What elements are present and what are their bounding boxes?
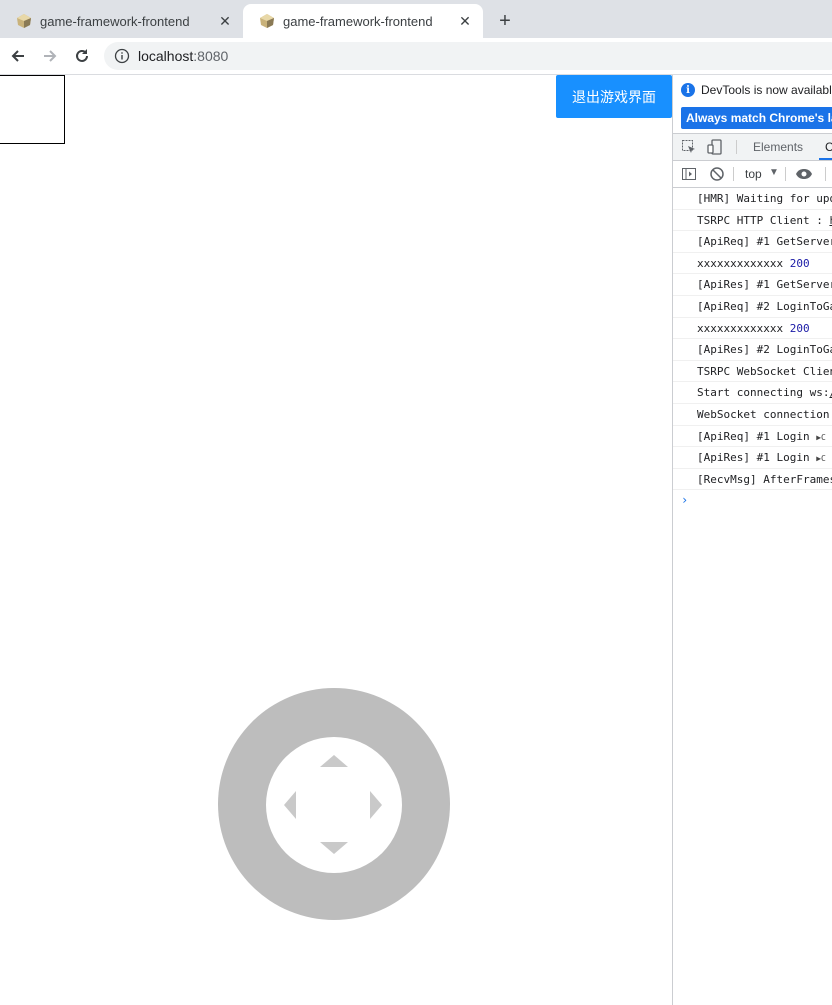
joystick-right-arrow-icon (370, 791, 382, 819)
tab-title: game-framework-frontend (283, 13, 433, 29)
reload-icon[interactable] (70, 44, 94, 68)
browser-tab-1[interactable]: game-framework-frontend ✕ (0, 4, 243, 38)
console-toolbar: top ▼ (673, 161, 832, 188)
expand-triangle-icon[interactable]: ▶C (816, 433, 826, 442)
info-icon: i (681, 83, 695, 97)
console-line: [RecvMsg] AfterFrames (673, 469, 832, 491)
tab-title: game-framework-frontend (40, 13, 190, 29)
chevron-down-icon[interactable]: ▼ (769, 167, 779, 178)
console-line: WebSocket connection (673, 404, 832, 426)
tab-favicon-icon (16, 13, 32, 29)
joystick-center[interactable] (266, 737, 402, 873)
new-tab-plus-icon[interactable]: + (494, 10, 516, 32)
console-prompt[interactable]: › (673, 490, 832, 510)
joystick-down-arrow-icon (320, 842, 348, 854)
console-line: [ApiReq] #2 LoginToGa (673, 296, 832, 318)
back-arrow-icon[interactable] (6, 44, 30, 68)
console-line: xxxxxxxxxxxxx 200 (673, 318, 832, 340)
infobar-text: DevTools is now available (701, 83, 832, 97)
game-page: 退出游戏界面 (0, 75, 672, 1005)
console-line: TSRPC HTTP Client : h (673, 210, 832, 232)
tab-strip: game-framework-frontend ✕ game-framework… (0, 0, 832, 38)
tab-close-icon[interactable]: ✕ (215, 11, 235, 31)
site-info-icon[interactable] (114, 48, 130, 64)
game-box (0, 75, 65, 144)
browser-tab-2-active[interactable]: game-framework-frontend ✕ (243, 4, 483, 38)
device-toolbar-icon[interactable] (707, 139, 723, 155)
exit-game-button[interactable]: 退出游戏界面 (556, 75, 672, 118)
console-line: [ApiRes] #2 LoginToGa (673, 339, 832, 361)
clear-console-icon[interactable] (709, 166, 725, 182)
console-line: [ApiReq] #1 GetServer (673, 231, 832, 253)
browser-toolbar: localhost:8080 (0, 38, 832, 75)
devtools-panel: i DevTools is now available Always match… (672, 75, 832, 1005)
tab-favicon-icon (259, 13, 275, 29)
expand-triangle-icon[interactable]: ▶C (816, 454, 826, 463)
url-text: localhost:8080 (138, 48, 229, 64)
devtools-infobar: i DevTools is now available Always match… (673, 75, 832, 134)
console-output: [HMR] Waiting for upd TSRPC HTTP Client … (673, 188, 832, 510)
address-bar[interactable]: localhost:8080 (104, 42, 832, 70)
tab-elements[interactable]: Elements (753, 140, 803, 154)
context-selector[interactable]: top (745, 167, 762, 181)
active-tab-indicator (819, 158, 832, 160)
match-language-button[interactable]: Always match Chrome's lan (681, 107, 832, 129)
forward-arrow-icon[interactable] (38, 44, 62, 68)
console-line: [HMR] Waiting for upd (673, 188, 832, 210)
console-line: xxxxxxxxxxxxx 200 (673, 253, 832, 275)
console-line: Start connecting ws:/ (673, 382, 832, 404)
joystick-up-arrow-icon (320, 755, 348, 767)
tab-console[interactable]: C (825, 140, 832, 154)
joystick-left-arrow-icon (284, 791, 296, 819)
console-line: [ApiRes] #1 GetServer (673, 274, 832, 296)
sidebar-toggle-icon[interactable] (681, 166, 697, 182)
eye-icon[interactable] (795, 166, 812, 182)
inspect-element-icon[interactable] (681, 139, 697, 155)
console-line[interactable]: [ApiReq] #1 Login ▶C (673, 426, 832, 448)
devtools-tabbar: Elements C (673, 134, 832, 161)
console-line[interactable]: [ApiRes] #1 Login ▶C (673, 447, 832, 469)
console-line: TSRPC WebSocket Clien (673, 361, 832, 383)
joystick[interactable] (218, 688, 450, 920)
tab-close-icon[interactable]: ✕ (455, 11, 475, 31)
